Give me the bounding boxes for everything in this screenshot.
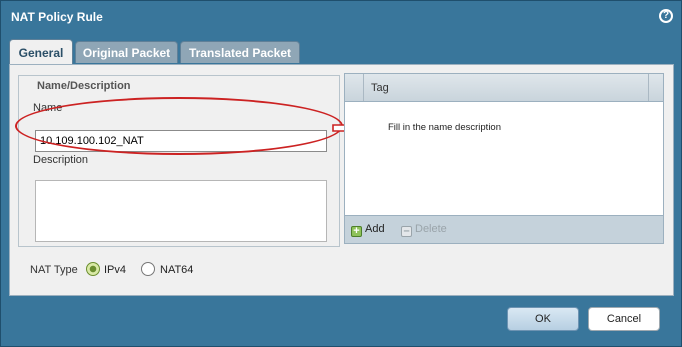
cancel-button[interactable]: Cancel — [588, 307, 660, 331]
description-input[interactable] — [35, 180, 327, 242]
nat-policy-dialog: NAT Policy Rule ? General Original Packe… — [0, 0, 682, 347]
add-label: Add — [365, 223, 385, 235]
nat-type-ipv4-label[interactable]: IPv4 — [104, 264, 126, 276]
add-tag-button[interactable]: + Add — [351, 223, 385, 237]
add-icon: + — [351, 226, 362, 237]
tag-grid-footer: + Add – Delete — [345, 215, 663, 243]
name-description-legend: Name/Description — [33, 80, 135, 92]
tag-grid: Tag + Add – Delete — [344, 73, 664, 244]
tag-column-header[interactable]: Tag — [371, 82, 389, 94]
nat-type-label: NAT Type — [30, 264, 78, 276]
general-panel: Name/Description Name Description Tag +A… — [9, 64, 674, 296]
delete-icon: – — [401, 226, 412, 237]
select-all-column[interactable] — [345, 74, 364, 101]
name-description-group: Name/Description Name Description — [18, 75, 340, 247]
dialog-titlebar: NAT Policy Rule ? — [1, 1, 681, 33]
delete-tag-button[interactable]: – Delete — [401, 223, 447, 237]
ok-button[interactable]: OK — [507, 307, 579, 331]
name-input[interactable] — [35, 130, 327, 152]
tab-general[interactable]: General — [9, 39, 73, 65]
nat-type-ipv4-radio[interactable] — [86, 262, 100, 276]
dialog-title: NAT Policy Rule — [11, 10, 103, 24]
tag-grid-header: Tag — [345, 74, 663, 102]
annotation-note: Fill in the name description — [388, 122, 501, 133]
nat-type-nat64-radio[interactable] — [141, 262, 155, 276]
nat-type-nat64-label[interactable]: NAT64 — [160, 264, 193, 276]
name-label: Name — [33, 102, 63, 114]
column-menu[interactable] — [648, 74, 663, 101]
description-label: Description — [33, 154, 89, 166]
delete-label: Delete — [415, 223, 447, 235]
tab-original-packet[interactable]: Original Packet — [75, 41, 178, 63]
tab-translated-packet[interactable]: Translated Packet — [180, 41, 300, 63]
help-icon[interactable]: ? — [659, 9, 673, 23]
